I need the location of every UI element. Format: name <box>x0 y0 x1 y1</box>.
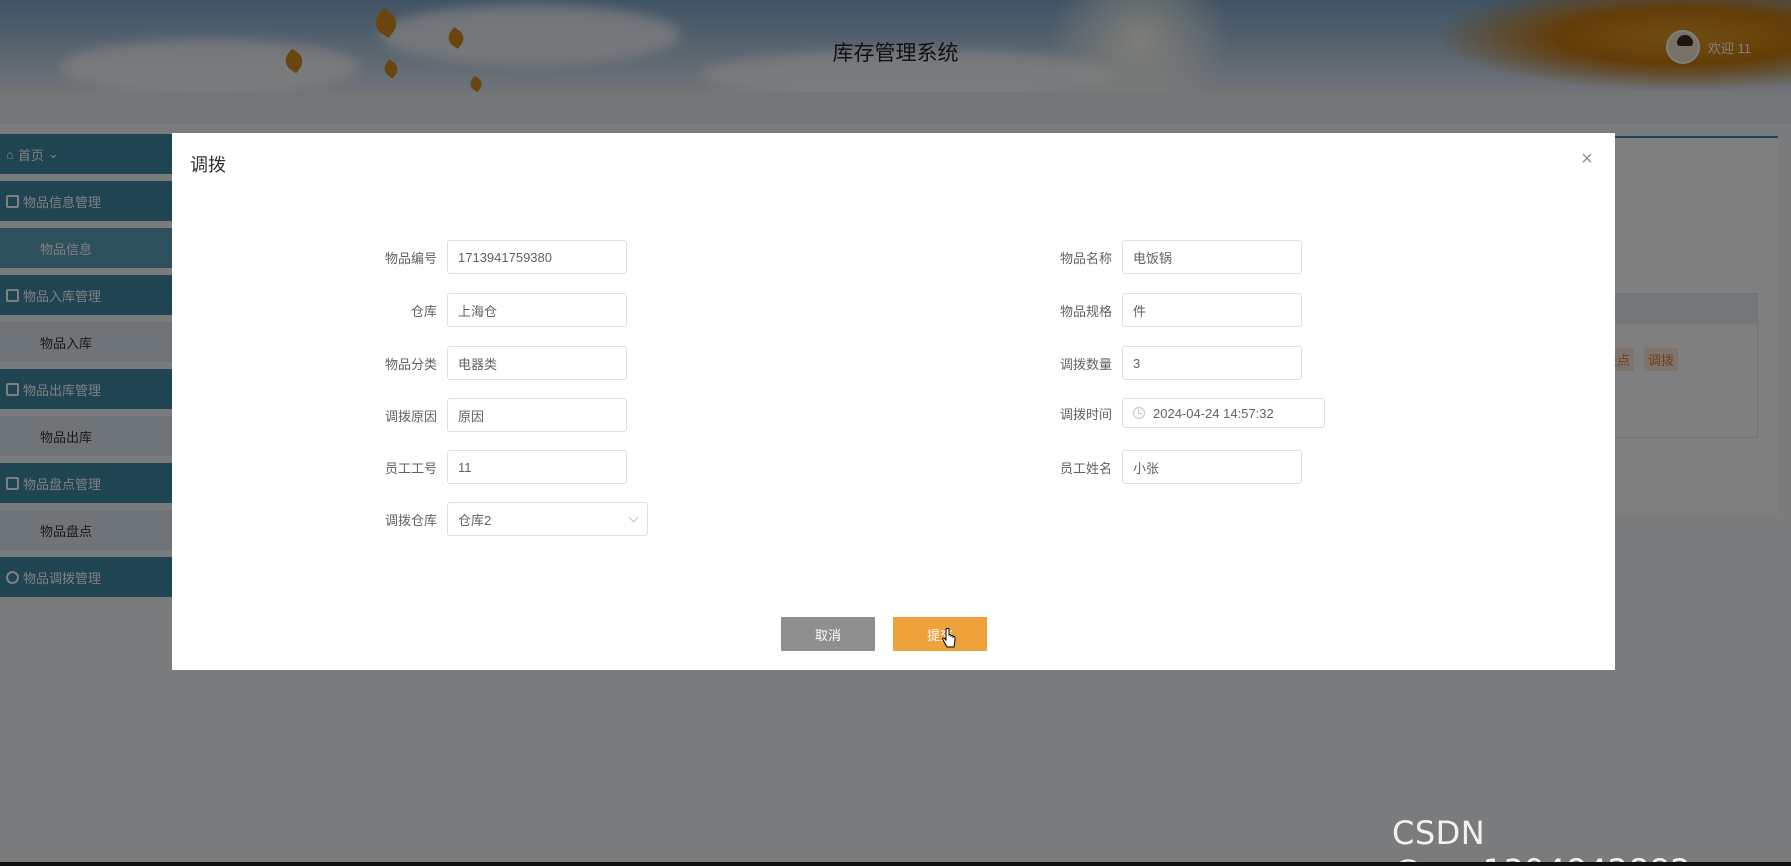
form-row-quantity: 调拨数量 3 <box>1042 346 1302 380</box>
field-label: 员工工号 <box>384 460 437 476</box>
field-label: 物品分类 <box>384 356 437 372</box>
form-row-time: 调拨时间 2024-04-24 14:57:32 <box>1042 398 1325 428</box>
employee-no-input[interactable]: 11 <box>447 450 627 484</box>
warehouse-input[interactable]: 上海仓 <box>447 293 627 327</box>
field-label: 调拨数量 <box>1059 356 1112 372</box>
form-row-employee-no: 员工工号 11 <box>367 450 627 484</box>
field-label: 物品规格 <box>1059 303 1112 319</box>
reason-input[interactable]: 原因 <box>447 398 627 432</box>
field-label: 调拨时间 <box>1059 406 1112 422</box>
item-name-input[interactable]: 电饭锅 <box>1122 240 1302 274</box>
field-label: 仓库 <box>410 303 437 319</box>
form-row-employee-name: 员工姓名 小张 <box>1042 450 1302 484</box>
form-row-target-warehouse: 调拨仓库 仓库2 <box>367 502 648 536</box>
employee-name-input[interactable]: 小张 <box>1122 450 1302 484</box>
close-icon[interactable]: × <box>1575 147 1599 171</box>
item-no-input[interactable]: 1713941759380 <box>447 240 627 274</box>
form-row-category: 物品分类 电器类 <box>367 346 627 380</box>
field-label: 调拨原因 <box>384 408 437 424</box>
chevron-down-icon <box>628 512 639 522</box>
transfer-dialog: 调拨 × 物品编号 1713941759380 仓库 上海仓 物品分类 电器类 … <box>172 133 1615 670</box>
category-input[interactable]: 电器类 <box>447 346 627 380</box>
dialog-title: 调拨 <box>190 155 226 175</box>
date-value: 2024-04-24 14:57:32 <box>1153 405 1274 421</box>
clock-icon <box>1133 407 1145 419</box>
hand-cursor-icon <box>942 628 956 648</box>
select-value: 仓库2 <box>458 512 492 528</box>
target-warehouse-select[interactable]: 仓库2 <box>447 502 648 536</box>
transfer-time-picker[interactable]: 2024-04-24 14:57:32 <box>1122 398 1325 428</box>
field-label: 调拨仓库 <box>384 512 437 528</box>
cancel-button[interactable]: 取消 <box>781 617 875 651</box>
submit-button[interactable]: 提交 <box>893 617 987 651</box>
form-row-spec: 物品规格 件 <box>1042 293 1302 327</box>
form-row-item-no: 物品编号 1713941759380 <box>367 240 627 274</box>
watermark: CSDN @qq_1394842882 <box>1392 814 1691 866</box>
field-label: 物品名称 <box>1059 250 1112 266</box>
spec-input[interactable]: 件 <box>1122 293 1302 327</box>
window-bottom-edge <box>0 862 1791 866</box>
field-label: 员工姓名 <box>1059 460 1112 476</box>
form-row-reason: 调拨原因 原因 <box>367 398 627 432</box>
form-row-warehouse: 仓库 上海仓 <box>367 293 627 327</box>
quantity-input[interactable]: 3 <box>1122 346 1302 380</box>
form-row-item-name: 物品名称 电饭锅 <box>1042 240 1302 274</box>
field-label: 物品编号 <box>384 250 437 266</box>
